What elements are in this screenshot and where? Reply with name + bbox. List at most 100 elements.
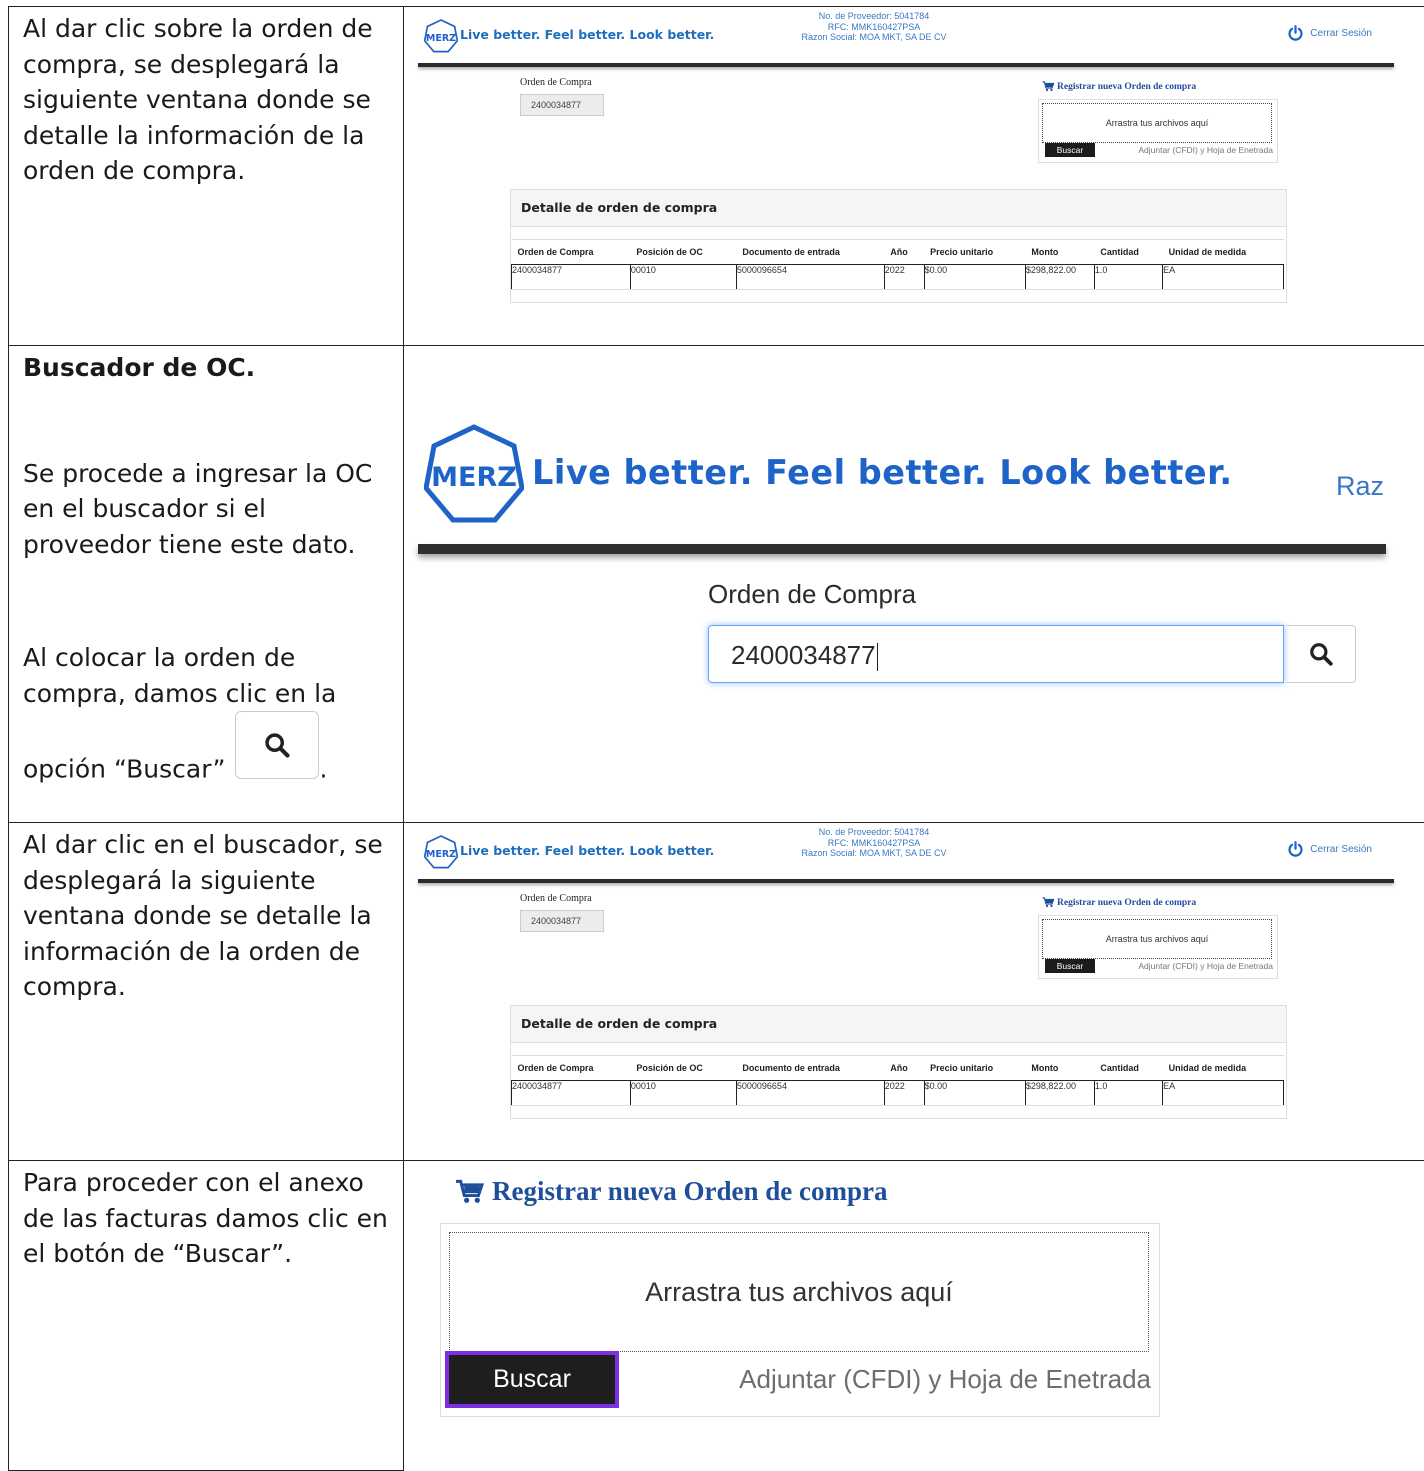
table-cell: $0.00 bbox=[924, 1081, 1025, 1106]
column-header: Monto bbox=[1025, 240, 1094, 265]
supplier-info: No. de Proveedor: 5041784 RFC: MMK160427… bbox=[724, 11, 1024, 43]
register-order-label: Registrar nueva Orden de compra bbox=[1057, 82, 1196, 92]
supplier-number: No. de Proveedor: 5041784 bbox=[724, 827, 1024, 838]
browse-button-highlighted[interactable]: Buscar bbox=[449, 1355, 615, 1404]
column-header: Orden de Compra bbox=[512, 240, 631, 265]
portal-screenshot-2: MERZ Live better. Feel better. Look bett… bbox=[414, 823, 1394, 1123]
table-cell: 5000096654 bbox=[736, 265, 884, 290]
logout-label: Cerrar Sesión bbox=[1310, 28, 1372, 39]
column-header: Año bbox=[884, 240, 924, 265]
column-header: Año bbox=[884, 1056, 924, 1081]
drop-zone[interactable]: Arrastra tus archivos aquí bbox=[1042, 103, 1272, 143]
row-3-text: Al dar clic en el buscador, se desplegar… bbox=[23, 827, 391, 1005]
logout-button[interactable]: Cerrar Sesión bbox=[1287, 25, 1372, 42]
cart-icon bbox=[1042, 81, 1054, 92]
portal-header: MERZ Live better. Feel better. Look bett… bbox=[414, 7, 1394, 65]
order-detail-panel: Detalle de orden de compra Orden de Comp… bbox=[510, 1005, 1287, 1119]
table-header-row: Orden de Compra Posición de OC Documento… bbox=[512, 240, 1284, 265]
logout-button[interactable]: Cerrar Sesión bbox=[1287, 841, 1372, 858]
table-cell: 5000096654 bbox=[736, 1081, 884, 1106]
supplier-info: No. de Proveedor: 5041784 RFC: MMK160427… bbox=[724, 827, 1024, 859]
order-detail-title: Detalle de orden de compra bbox=[511, 190, 1286, 227]
column-header: Posición de OC bbox=[630, 240, 736, 265]
oc-input[interactable]: 2400034877 bbox=[520, 910, 604, 932]
table-row[interactable]: 2400034877 00010 5000096654 2022 $0.00 $… bbox=[512, 1081, 1284, 1106]
header-divider bbox=[418, 63, 1394, 67]
column-header: Orden de Compra bbox=[512, 1056, 631, 1081]
drop-zone[interactable]: Arrastra tus archivos aquí bbox=[449, 1232, 1149, 1352]
row-3-screenshot-cell: MERZ Live better. Feel better. Look bett… bbox=[404, 823, 1424, 1161]
merz-logo-icon: MERZ bbox=[424, 835, 458, 869]
order-detail-title: Detalle de orden de compra bbox=[511, 1006, 1286, 1043]
header-divider bbox=[418, 544, 1386, 554]
register-order-link[interactable]: Registrar nueva Orden de compra bbox=[1042, 81, 1196, 92]
column-header: Documento de entrada bbox=[736, 240, 884, 265]
table-cell: 00010 bbox=[630, 1081, 736, 1106]
portal-screenshot-1: MERZ Live better. Feel better. Look bett… bbox=[414, 7, 1394, 307]
merz-logo-icon: MERZ bbox=[424, 424, 524, 524]
supplier-razon: Razon Social: MOA MKT, SA DE CV bbox=[724, 32, 1024, 43]
oc-label-zoomed: Orden de Compra bbox=[708, 579, 916, 610]
supplier-rfc: RFC: MMK160427PSA bbox=[724, 22, 1024, 33]
register-order-link-zoomed[interactable]: Registrar nueva Orden de compra bbox=[454, 1176, 887, 1207]
row-3-description-cell: Al dar clic en el buscador, se desplegar… bbox=[9, 823, 404, 1161]
browse-button[interactable]: Buscar bbox=[1045, 959, 1095, 973]
razon-cut: Raz bbox=[1336, 471, 1384, 502]
row-3: Al dar clic en el buscador, se desplegar… bbox=[9, 823, 1424, 1161]
supplier-razon: Razon Social: MOA MKT, SA DE CV bbox=[724, 848, 1024, 859]
row-2-paragraph-2: Al colocar la orden de compra, damos cli… bbox=[23, 640, 391, 711]
browse-button[interactable]: Buscar bbox=[1045, 143, 1095, 157]
table-cell: 2400034877 bbox=[512, 1081, 631, 1106]
svg-text:MERZ: MERZ bbox=[426, 849, 456, 860]
power-icon bbox=[1287, 841, 1304, 858]
oc-label: Orden de Compra bbox=[520, 77, 592, 88]
upload-box: Arrastra tus archivos aquí Buscar Adjunt… bbox=[1038, 99, 1278, 163]
zoomed-search-screenshot: MERZ Live better. Feel better. Look bett… bbox=[404, 346, 1424, 822]
upload-box: Arrastra tus archivos aquí Buscar Adjunt… bbox=[1038, 915, 1278, 979]
search-button[interactable] bbox=[1286, 625, 1356, 683]
order-detail-panel: Detalle de orden de compra Orden de Comp… bbox=[510, 189, 1287, 303]
row-1-description-cell: Al dar clic sobre la orden de compra, se… bbox=[9, 7, 404, 346]
table-cell: EA bbox=[1163, 265, 1284, 290]
row-4-text: Para proceder con el anexo de las factur… bbox=[23, 1165, 391, 1272]
attach-hint: Adjuntar (CFDI) y Hoja de Enetrada bbox=[1138, 145, 1273, 155]
tagline: Live better. Feel better. Look better. bbox=[460, 843, 714, 858]
oc-input[interactable]: 2400034877 bbox=[520, 94, 604, 116]
cart-icon bbox=[454, 1179, 484, 1205]
table-cell: 2022 bbox=[884, 265, 924, 290]
cart-icon bbox=[1042, 897, 1054, 908]
supplier-number: No. de Proveedor: 5041784 bbox=[724, 11, 1024, 22]
upload-box-zoomed: Arrastra tus archivos aquí Buscar Adjunt… bbox=[440, 1223, 1160, 1417]
table-row[interactable]: 2400034877 00010 5000096654 2022 $0.00 $… bbox=[512, 265, 1284, 290]
merz-logo-icon: MERZ bbox=[424, 19, 458, 53]
table-cell: $298,822.00 bbox=[1025, 1081, 1094, 1106]
supplier-rfc: RFC: MMK160427PSA bbox=[724, 838, 1024, 849]
column-header: Cantidad bbox=[1094, 1056, 1162, 1081]
svg-text:MERZ: MERZ bbox=[431, 462, 517, 493]
register-order-link[interactable]: Registrar nueva Orden de compra bbox=[1042, 897, 1196, 908]
row-2-heading: Buscador de OC. bbox=[23, 350, 391, 386]
instructions-table: Al dar clic sobre la orden de compra, se… bbox=[8, 6, 1424, 1471]
column-header: Cantidad bbox=[1094, 240, 1162, 265]
order-detail-table: Orden de Compra Posición de OC Documento… bbox=[511, 1055, 1284, 1106]
table-cell: 2022 bbox=[884, 1081, 924, 1106]
row-2-period: . bbox=[319, 755, 327, 784]
row-4-description-cell: Para proceder con el anexo de las factur… bbox=[9, 1161, 404, 1471]
tagline-zoomed: Live better. Feel better. Look better. bbox=[532, 453, 1233, 492]
row-2-description-cell: Buscador de OC. Se procede a ingresar la… bbox=[9, 346, 404, 823]
row-2-paragraph-1: Se procede a ingresar la OC en el buscad… bbox=[23, 456, 391, 563]
oc-label: Orden de Compra bbox=[520, 893, 592, 904]
text-caret bbox=[877, 643, 879, 671]
order-detail-table: Orden de Compra Posición de OC Documento… bbox=[511, 239, 1284, 290]
register-order-label: Registrar nueva Orden de compra bbox=[1057, 898, 1196, 908]
oc-search-input[interactable]: 2400034877 bbox=[708, 625, 1284, 683]
row-2: Buscador de OC. Se procede a ingresar la… bbox=[9, 346, 1424, 823]
drop-zone[interactable]: Arrastra tus archivos aquí bbox=[1042, 919, 1272, 959]
attach-hint: Adjuntar (CFDI) y Hoja de Enetrada bbox=[739, 1364, 1151, 1395]
portal-header: MERZ Live better. Feel better. Look bett… bbox=[414, 823, 1394, 881]
column-header: Monto bbox=[1025, 1056, 1094, 1081]
row-1: Al dar clic sobre la orden de compra, se… bbox=[9, 7, 1424, 346]
row-2-paragraph-2-end: opción “Buscar” bbox=[23, 755, 226, 784]
table-cell: $298,822.00 bbox=[1025, 265, 1094, 290]
column-header: Unidad de medida bbox=[1163, 1056, 1284, 1081]
